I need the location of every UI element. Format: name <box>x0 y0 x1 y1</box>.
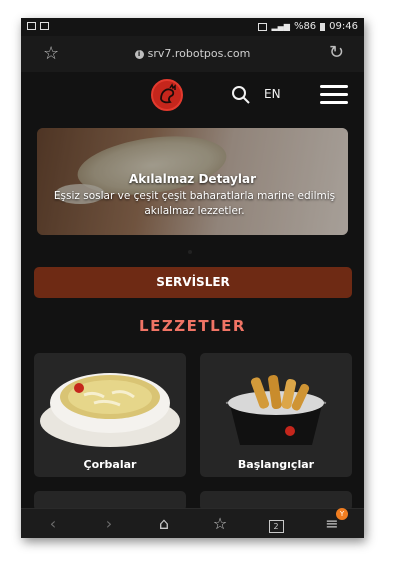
message-notification-icon <box>40 22 49 30</box>
status-bar: ▂▄▆ %86 09:46 <box>21 18 364 36</box>
url-field[interactable]: i srv7.robotpos.com <box>21 47 364 60</box>
soup-bowl-image <box>40 373 180 447</box>
menu-badge: Y <box>336 508 348 520</box>
status-icons-right: ▂▄▆ %86 09:46 <box>258 21 358 32</box>
tabs-count: 2 <box>268 520 284 533</box>
browser-bottom-nav: ‹ › ⌂ ☆ 2 ≡ Y <box>21 508 364 538</box>
search-icon[interactable] <box>231 85 251 105</box>
phone-screen: ▂▄▆ %86 09:46 ☆ isrv7.robotpos.com ↻ EN <box>21 18 364 538</box>
hero-subtitle: Eşsiz soslar ve çeşit çeşit baharatlarla… <box>53 190 336 217</box>
forward-icon[interactable]: › <box>98 514 120 533</box>
category-label: Başlangıçlar <box>237 458 315 471</box>
section-title: LEZZETLER <box>139 317 246 335</box>
clock: 09:46 <box>329 21 358 32</box>
rooster-logo-icon[interactable] <box>151 79 183 111</box>
reload-icon[interactable]: ↻ <box>329 42 344 63</box>
category-card-baslangiclar[interactable]: Başlangıçlar <box>200 353 352 477</box>
hero-banner[interactable]: Akılalmaz Detaylar Eşsiz soslar ve çeşit… <box>37 128 348 235</box>
bookmarks-icon[interactable]: ☆ <box>209 514 231 533</box>
home-icon[interactable]: ⌂ <box>153 514 175 533</box>
carousel-indicator[interactable] <box>188 250 192 254</box>
url-text: srv7.robotpos.com <box>147 47 251 60</box>
starter-basket-image <box>225 374 327 445</box>
alarm-icon <box>258 22 268 31</box>
tabs-icon[interactable]: 2 <box>265 514 287 533</box>
battery-level: %86 <box>293 21 317 32</box>
hero-title: Akılalmaz Detaylar <box>129 172 256 186</box>
site-header: EN <box>21 72 364 122</box>
category-label: Çorbalar <box>83 458 137 471</box>
category-card-corbalar[interactable]: Çorbalar <box>34 353 186 477</box>
browser-menu-icon[interactable]: ≡ Y <box>321 508 348 533</box>
battery-icon <box>320 22 326 31</box>
gallery-notification-icon <box>27 22 36 30</box>
signal-icon: ▂▄▆ <box>271 22 290 31</box>
back-icon[interactable]: ‹ <box>42 514 64 533</box>
info-icon[interactable]: i <box>134 50 144 59</box>
status-icons-left <box>27 22 49 30</box>
browser-address-bar: ☆ i srv7.robotpos.com ↻ <box>21 36 364 72</box>
hamburger-menu-icon[interactable] <box>320 85 348 105</box>
services-button[interactable]: SERVİSLER <box>34 267 352 298</box>
language-switch[interactable]: EN <box>264 87 281 101</box>
